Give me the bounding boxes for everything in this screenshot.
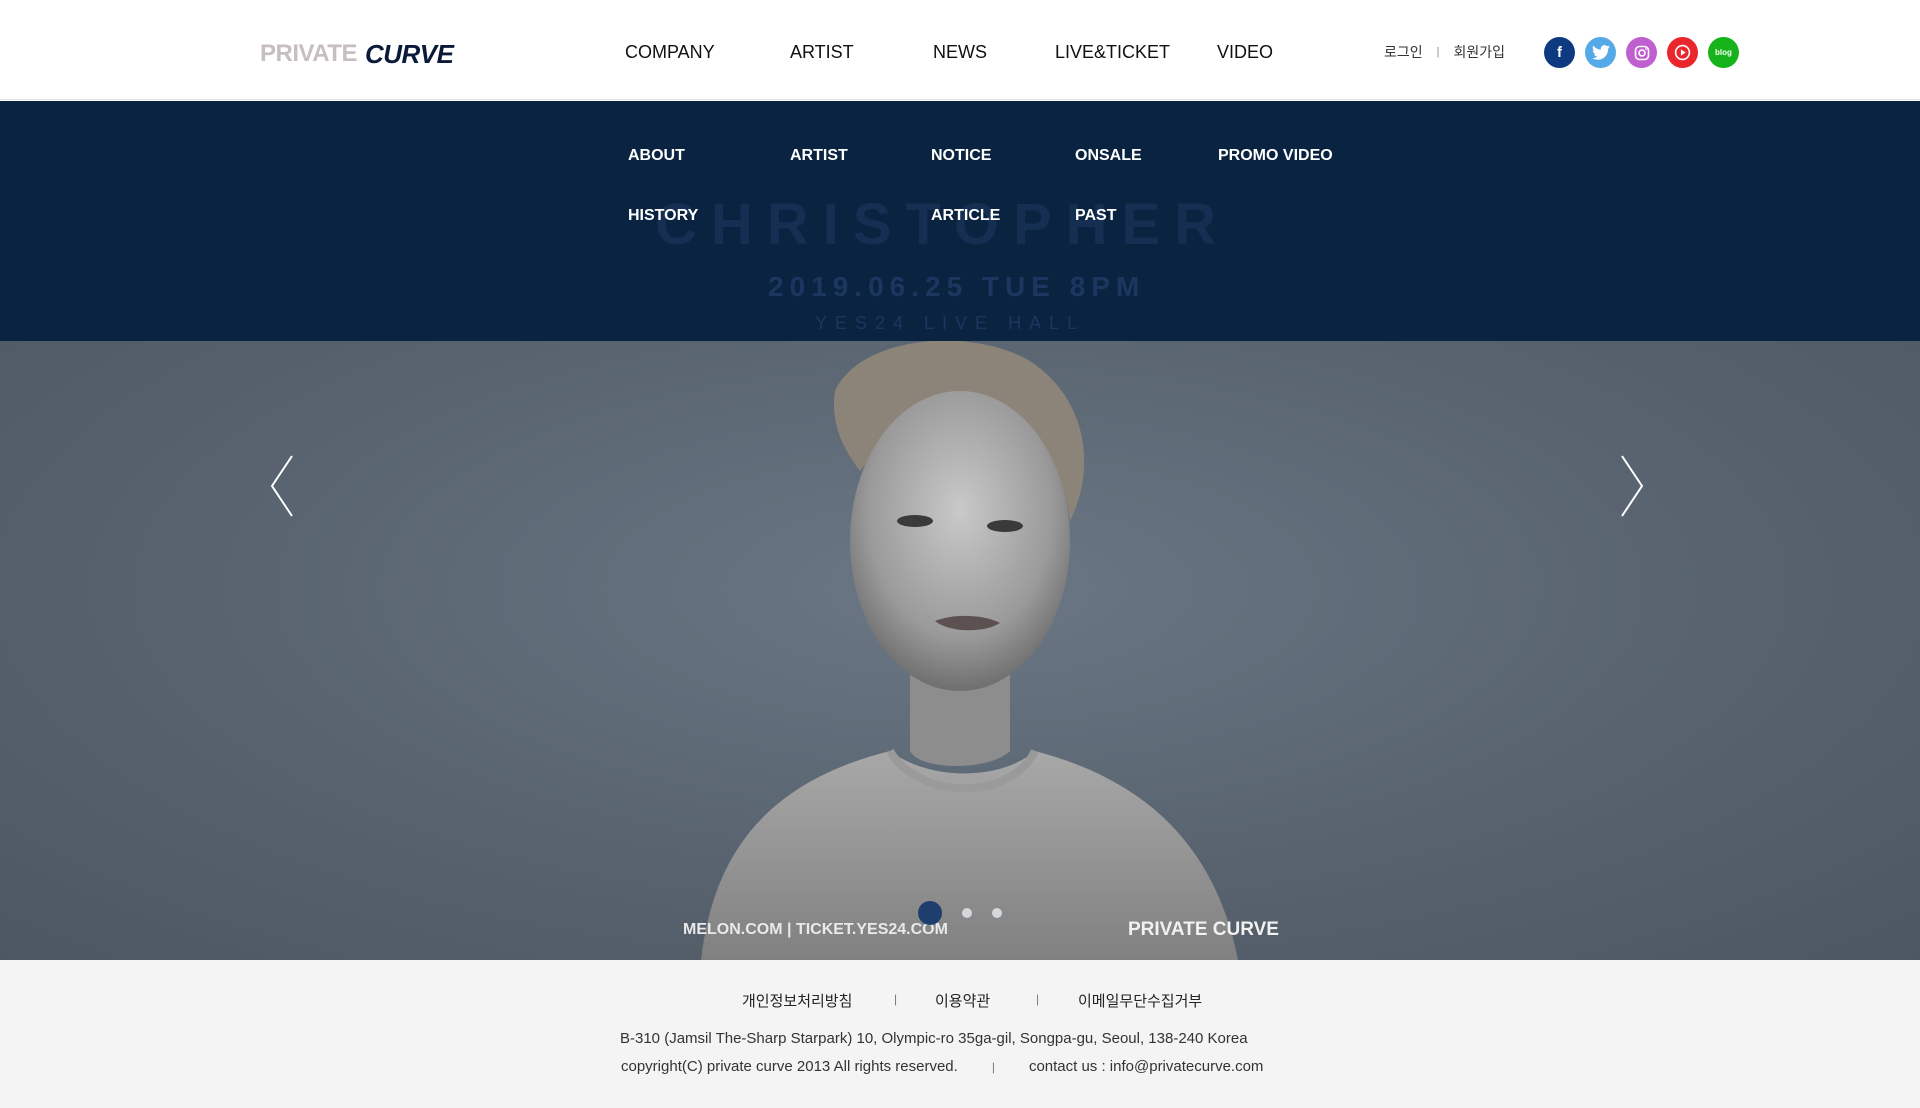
submenu-article[interactable]: ARTICLE xyxy=(931,207,1000,225)
submenu-past[interactable]: PAST xyxy=(1075,207,1116,225)
nav-news[interactable]: NEWS xyxy=(933,40,987,64)
youtube-icon[interactable] xyxy=(1667,37,1698,68)
terms-link[interactable]: 이용약관 xyxy=(935,990,990,1011)
divider: | xyxy=(1436,46,1440,58)
blog-icon[interactable]: blog xyxy=(1708,37,1739,68)
chevron-right-icon xyxy=(1621,455,1644,517)
hero-artist-photo xyxy=(701,341,1238,960)
slider-next-button[interactable] xyxy=(1612,451,1652,521)
poster-brand-logo: PRIVATE CURVE xyxy=(1128,919,1279,940)
slider-pagination xyxy=(918,901,1002,925)
slide-dot-3[interactable] xyxy=(992,908,1002,918)
logo-text-curve: CURVE xyxy=(364,38,454,69)
slide-dot-1[interactable] xyxy=(918,901,942,925)
submenu-about[interactable]: ABOUT xyxy=(628,147,685,165)
chevron-left-icon xyxy=(270,455,293,517)
slider-prev-button[interactable] xyxy=(262,451,302,521)
facebook-icon[interactable]: f xyxy=(1544,37,1575,68)
hero-slider: MELON.COM | TICKET.YES24.COM PRIVATE CUR… xyxy=(0,341,1920,960)
signup-link[interactable]: 회원가입 xyxy=(1454,42,1506,62)
banner-date: 2019.06.25 TUE 8PM xyxy=(768,271,1146,302)
contact-email[interactable]: contact us : info@privatecurve.com xyxy=(1029,1058,1264,1075)
submenu-artist[interactable]: ARTIST xyxy=(790,147,848,165)
divider: | xyxy=(1036,992,1040,1006)
divider: | xyxy=(894,992,898,1006)
copyright-text: copyright(C) private curve 2013 All righ… xyxy=(621,1058,958,1075)
nav-live-ticket[interactable]: LIVE&TICKET xyxy=(1055,40,1170,64)
nav-artist[interactable]: ARTIST xyxy=(790,40,854,64)
site-logo[interactable]: PRIVATE CURVE xyxy=(260,38,454,69)
submenu-history[interactable]: HISTORY xyxy=(628,207,698,225)
email-refusal-link[interactable]: 이메일무단수집거부 xyxy=(1078,990,1202,1011)
divider: | xyxy=(991,1060,995,1074)
ticket-sites-text: MELON.COM | TICKET.YES24.COM xyxy=(683,921,948,938)
logo-text-private: PRIVATE xyxy=(260,40,357,67)
company-address: B-310 (Jamsil The-Sharp Starpark) 10, Ol… xyxy=(620,1030,1248,1047)
nav-company[interactable]: COMPANY xyxy=(625,40,715,64)
nav-video[interactable]: VIDEO xyxy=(1217,40,1273,64)
site-header: PRIVATE CURVE COMPANY ARTIST NEWS LIVE&T… xyxy=(0,0,1920,100)
login-link[interactable]: 로그인 xyxy=(1384,42,1423,62)
banner-venue: YES24 LIVE HALL xyxy=(815,313,1086,333)
submenu-promo-video[interactable]: PROMO VIDEO xyxy=(1218,147,1333,165)
twitter-icon[interactable] xyxy=(1585,37,1616,68)
slide-dot-2[interactable] xyxy=(962,908,972,918)
submenu-notice[interactable]: NOTICE xyxy=(931,147,991,165)
instagram-icon[interactable] xyxy=(1626,37,1657,68)
sns-links: f blog xyxy=(1544,37,1739,68)
site-footer: 개인정보처리방침 | 이용약관 | 이메일무단수집거부 B-310 (Jamsi… xyxy=(0,960,1920,1108)
user-links: 로그인 | 회원가입 xyxy=(1384,42,1505,62)
copyright-line: copyright(C) private curve 2013 All righ… xyxy=(621,1058,1263,1075)
privacy-policy-link[interactable]: 개인정보처리방침 xyxy=(742,990,852,1011)
submenu-onsale[interactable]: ONSALE xyxy=(1075,147,1142,165)
dropdown-menu-panel: CHRISTOPHER 2019.06.25 TUE 8PM YES24 LIV… xyxy=(0,101,1920,341)
